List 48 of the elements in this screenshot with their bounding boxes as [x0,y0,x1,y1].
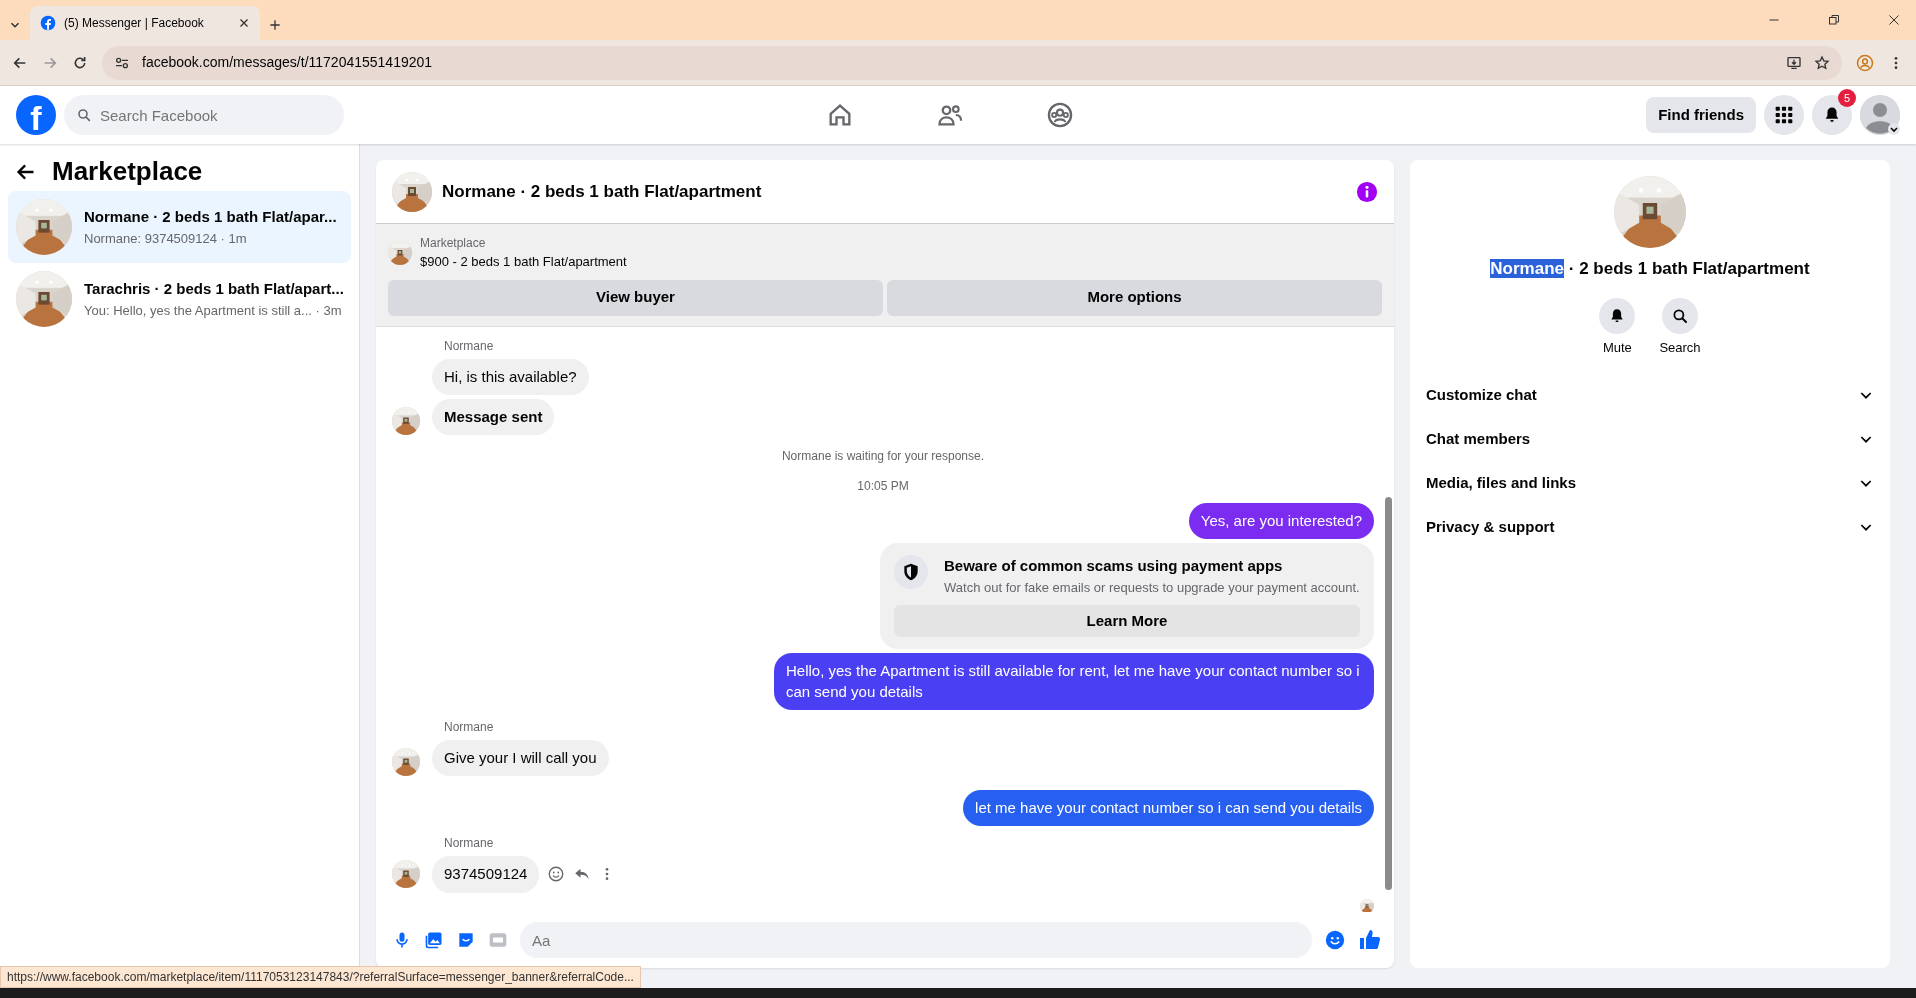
conversation-item[interactable]: Tarachris · 2 beds 1 bath Flat/apart... You: Hello, yes the Apartment is still a... · 3m [8,263,351,336]
conversation-item[interactable]: Normane · 2 beds 1 bath Flat/apar... Normane: 9374509124 · 1m [8,191,351,264]
action-label: Mute [1602,338,1632,357]
conversation-title: Normane · 2 beds 1 bath Flat/apar... [84,207,337,228]
action-label: Search [1659,338,1701,357]
section-label: Chat members [1426,428,1531,449]
timestamp: 10:05 PM [856,478,910,495]
sender-name: Normane [444,718,495,736]
address-bar[interactable]: facebook.com/messages/t/1172041551419201 [102,45,1842,80]
learn-more-button[interactable]: Learn More [894,605,1360,638]
sender-name: Normane [444,337,495,355]
message-bubble: 9374509124 [432,856,540,893]
notification-badge: 5 [1838,89,1856,107]
section-label: Customize chat [1426,384,1537,405]
conversation-preview: You: Hello, yes the Apartment is still a... · 3m [84,301,343,320]
message-bubble: Hello, yes the Apartment is still available for rent, let me have your contact number so i can send you details [774,653,1374,710]
tab-title: (5) Messenger | Facebook [64,15,205,32]
message-bubble: let me have your contact number so i can send you details [963,790,1374,827]
section-row[interactable]: Customize chat [1426,373,1874,417]
url-text: facebook.com/messages/t/1172041551419201 [142,53,434,72]
sender-name: Normane [444,835,495,853]
message-bubble: Yes, are you interested? [1188,503,1374,540]
listing-title: $900 - 2 beds 1 bath Flat/apartment [420,253,627,271]
status-notice: Normane is waiting for your response. [780,448,986,465]
section-label: Privacy & support [1426,516,1555,537]
sidebar-title: Marketplace [52,156,203,188]
logo[interactable]: f [16,95,56,135]
conversation-preview: Normane: 9374509124 · 1m [84,229,248,248]
message-bubble: Message sent [432,398,555,435]
chat-title: Normane · 2 beds 1 bath Flat/apartment [442,180,763,203]
conversation-title: Tarachris · 2 beds 1 bath Flat/apart... [84,279,344,300]
section-row[interactable]: Chat members [1426,417,1874,461]
message-input[interactable]: Aa [520,922,1312,958]
find-friends-button[interactable]: Find friends [1646,97,1756,133]
warning-text: Watch out for fake emails or requests to upgrade your payment account. [944,578,1360,597]
message-bubble: Hi, is this available? [432,358,589,395]
search-field[interactable]: Search Facebook [64,95,344,135]
browser-tab[interactable]: (5) Messenger | Facebook [30,6,260,40]
section-row[interactable]: Privacy & support [1426,505,1874,549]
banner-button[interactable]: View buyer [388,279,883,316]
conversation-name: Normane · 2 beds 1 bath Flat/apartment [1489,258,1811,280]
section-row[interactable]: Media, files and links [1426,461,1874,505]
banner-button[interactable]: More options [887,279,1382,316]
status-url: https://www.facebook.com/marketplace/item/1117053123147843/?referralSurface=messenger_banner&referralCode... [0,966,641,988]
banner-label: Marketplace [420,235,487,252]
warning-title: Beware of common scams using payment apps [944,556,1284,577]
section-label: Media, files and links [1426,472,1577,493]
message-bubble: Give your I will call you [432,739,609,776]
